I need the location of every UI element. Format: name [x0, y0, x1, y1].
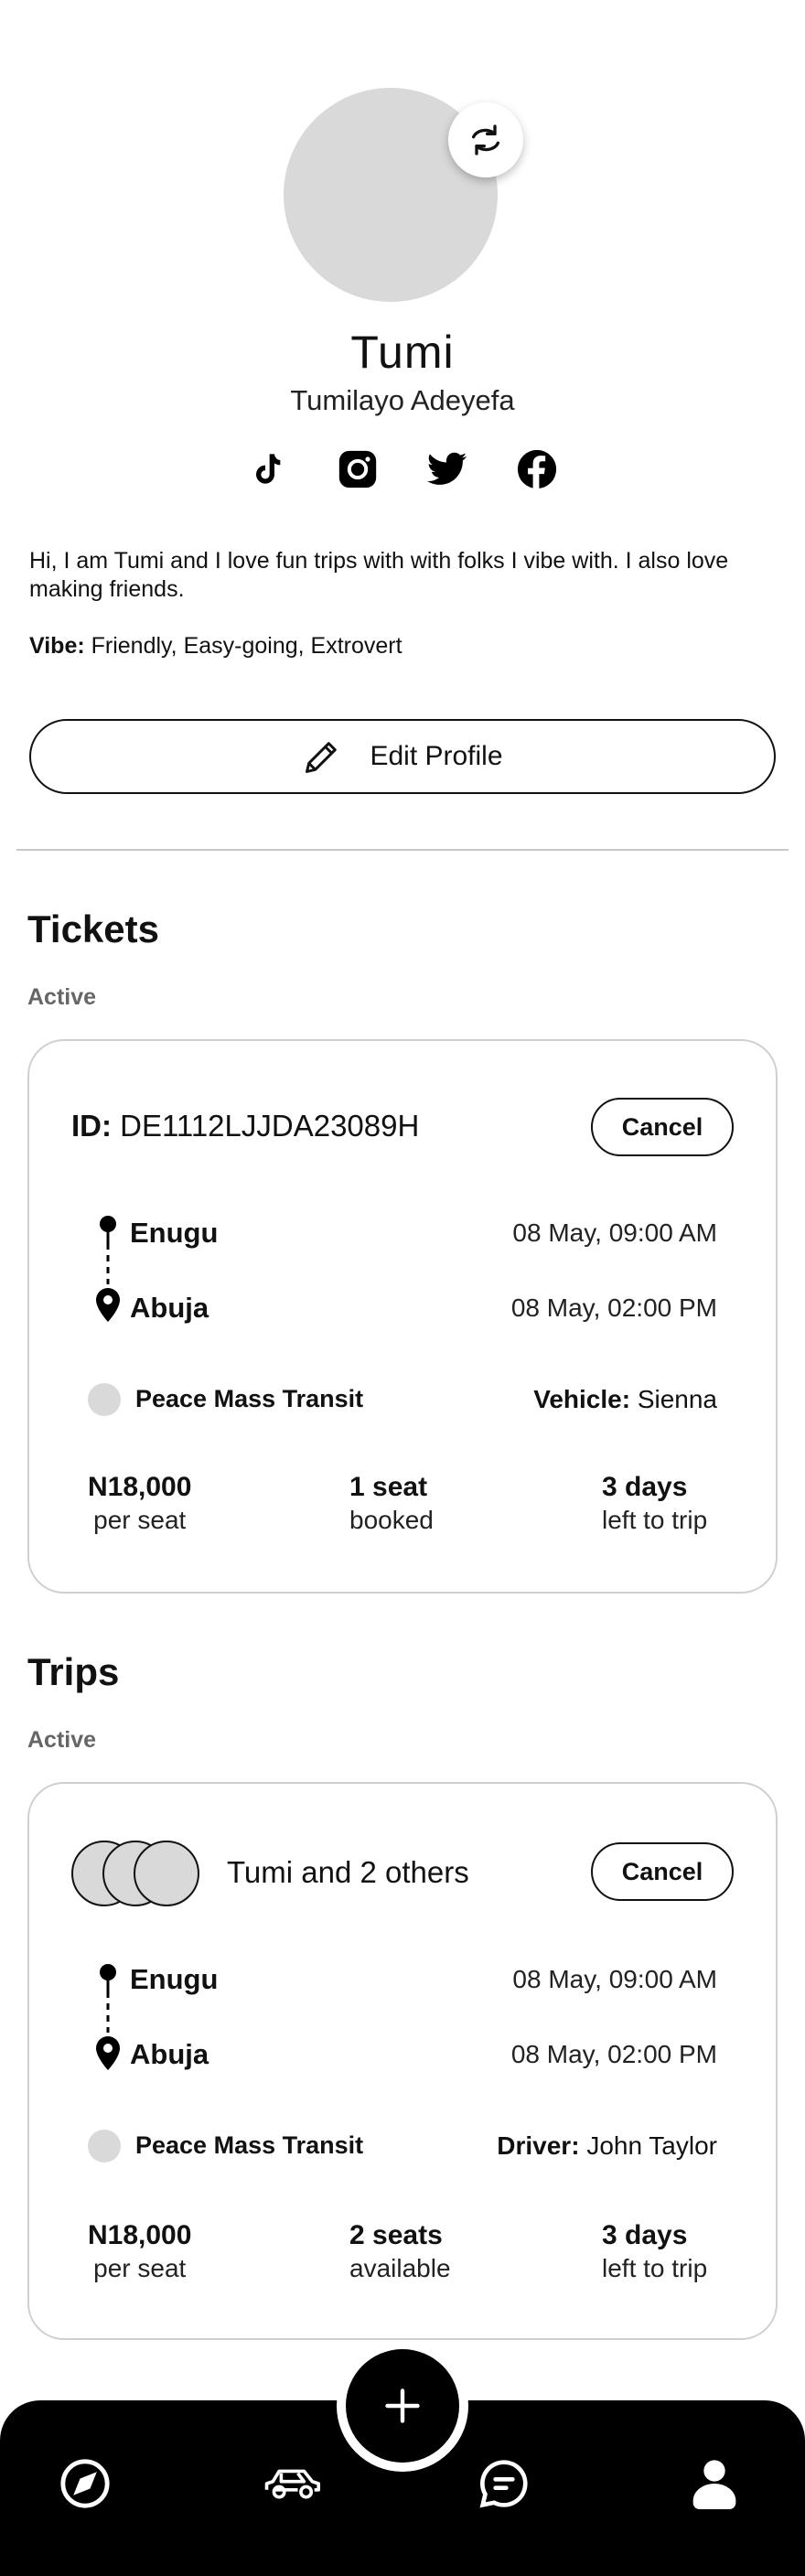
profile-display-name: Tumi	[350, 327, 455, 378]
trip-price: N18,000 per seat	[88, 2219, 191, 2285]
ticket-cancel-button[interactable]: Cancel	[591, 1098, 734, 1156]
trip-days-value: 3 days	[602, 2220, 688, 2250]
trips-subtitle: Active	[27, 1727, 97, 1753]
ticket-vehicle: Vehicle: Sienna	[533, 1385, 717, 1414]
ticket-card[interactable]: ID: DE1112LJJDA23089H Cancel Enugu 08 Ma…	[27, 1039, 778, 1594]
trip-driver: Driver: John Taylor	[497, 2131, 717, 2161]
route-line-icon	[96, 1216, 120, 1322]
nav-chat[interactable]	[472, 2452, 536, 2516]
facebook-link[interactable]	[516, 448, 558, 490]
trips-title: Trips	[27, 1650, 120, 1693]
twitter-link[interactable]	[426, 448, 468, 490]
tiktok-link[interactable]	[247, 448, 289, 490]
ticket-id: ID: DE1112LJJDA23089H	[71, 1109, 419, 1143]
vehicle-label: Vehicle:	[533, 1385, 631, 1413]
ticket-seats: 1 seat booked	[349, 1471, 434, 1537]
social-links	[247, 446, 558, 492]
ticket-days-sub: left to trip	[602, 1506, 708, 1534]
pencil-icon	[306, 742, 338, 773]
ticket-operator: Peace Mass Transit	[135, 1385, 364, 1412]
ticket-days: 3 days left to trip	[602, 1471, 707, 1537]
route-line-icon	[96, 1964, 120, 2070]
driver-label: Driver:	[497, 2131, 580, 2160]
nav-explore[interactable]	[53, 2452, 117, 2516]
ticket-seats-sub: booked	[349, 1506, 434, 1534]
profile-bio: Hi, I am Tumi and I love fun trips with …	[29, 548, 729, 602]
ticket-to-time: 08 May, 02:00 PM	[510, 1293, 717, 1322]
trip-from-city: Enugu	[130, 1963, 219, 1995]
vehicle-value: Sienna	[637, 1385, 717, 1413]
ticket-id-label: ID:	[71, 1109, 112, 1143]
tickets-title: Tickets	[27, 907, 159, 950]
trip-seats: 2 seats available	[349, 2219, 451, 2285]
trip-avatars	[71, 1841, 209, 1906]
plus-icon	[385, 2388, 420, 2423]
trip-card[interactable]: Tumi and 2 others Cancel Enugu 08 May, 0…	[27, 1782, 778, 2340]
profile-vibe: Vibe: Friendly, Easy-going, Extrovert	[29, 633, 402, 660]
trip-price-value: N18,000	[88, 2220, 192, 2250]
chat-icon	[479, 2460, 528, 2508]
trip-price-sub: per seat	[93, 2254, 187, 2282]
trip-to-time: 08 May, 02:00 PM	[510, 2040, 717, 2068]
ticket-price: N18,000 per seat	[88, 1471, 191, 1537]
trip-people: Tumi and 2 others	[227, 1855, 469, 1889]
vibe-label: Vibe:	[29, 633, 85, 659]
driver-value: John Taylor	[586, 2131, 717, 2160]
tiktok-icon	[256, 454, 281, 484]
car-icon	[264, 2469, 321, 2499]
section-divider	[16, 849, 789, 851]
ticket-cancel-label: Cancel	[621, 1112, 703, 1141]
vibe-value: Friendly, Easy-going, Extrovert	[91, 633, 402, 659]
operator-logo	[88, 2130, 121, 2163]
profile-full-name: Tumilayo Adeyefa	[290, 384, 515, 416]
ticket-to-city: Abuja	[130, 1292, 209, 1324]
trip-operator: Peace Mass Transit	[135, 2131, 364, 2159]
trip-avatar	[134, 1841, 199, 1906]
twitter-icon	[427, 452, 467, 485]
profile-icon	[692, 2460, 736, 2509]
trip-seats-value: 2 seats	[349, 2220, 443, 2250]
trip-from-time: 08 May, 09:00 AM	[512, 1965, 717, 1993]
nav-trips[interactable]	[262, 2452, 326, 2516]
trip-days-sub: left to trip	[602, 2254, 708, 2282]
operator-logo	[88, 1383, 121, 1416]
edit-profile-label: Edit Profile	[370, 741, 503, 771]
ticket-id-value: DE1112LJJDA23089H	[120, 1109, 420, 1143]
refresh-icon	[472, 124, 499, 156]
instagram-link[interactable]	[337, 448, 379, 490]
tickets-subtitle: Active	[27, 984, 97, 1010]
trip-cancel-label: Cancel	[621, 1857, 703, 1885]
nav-profile[interactable]	[682, 2452, 746, 2516]
instagram-icon	[338, 450, 377, 488]
ticket-price-value: N18,000	[88, 1472, 192, 1502]
edit-profile-button[interactable]: Edit Profile	[29, 719, 776, 794]
ticket-days-value: 3 days	[602, 1472, 688, 1502]
trip-days: 3 days left to trip	[602, 2219, 707, 2285]
trip-to-city: Abuja	[130, 2038, 209, 2070]
change-photo-button[interactable]	[448, 102, 523, 177]
trip-cancel-button[interactable]: Cancel	[591, 1842, 734, 1901]
ticket-seats-value: 1 seat	[349, 1472, 428, 1502]
ticket-price-sub: per seat	[93, 1506, 187, 1534]
ticket-from-city: Enugu	[130, 1217, 219, 1249]
facebook-icon	[517, 449, 557, 489]
add-button[interactable]	[346, 2349, 459, 2463]
explore-icon	[60, 2459, 110, 2508]
trip-seats-sub: available	[349, 2254, 451, 2282]
ticket-from-time: 08 May, 09:00 AM	[512, 1218, 717, 1247]
